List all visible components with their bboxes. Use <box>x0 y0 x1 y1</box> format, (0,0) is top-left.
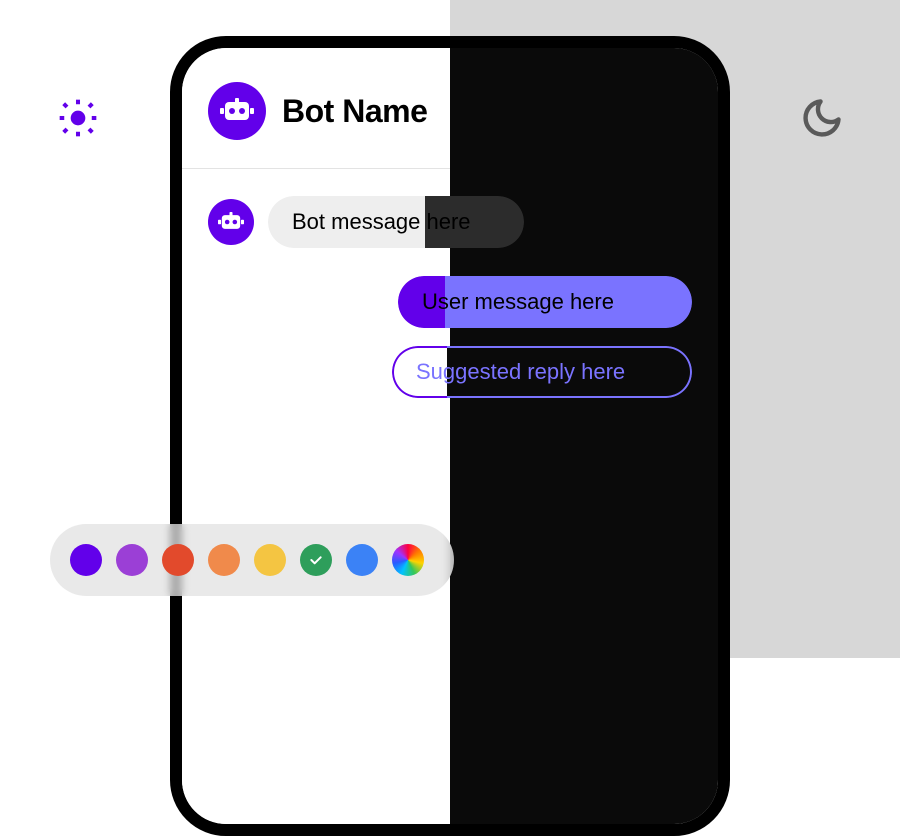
suggested-reply-button[interactable]: Suggested reply here <box>392 346 692 398</box>
moon-icon[interactable] <box>800 96 844 145</box>
bot-message-bubble: Bot message here <box>268 196 524 248</box>
device-frame: Bot Name Bot message here <box>170 36 730 836</box>
color-swatch-2[interactable] <box>162 544 194 576</box>
chat-header: Bot Name <box>208 82 427 140</box>
sun-icon[interactable] <box>56 96 100 145</box>
color-palette <box>50 524 454 596</box>
suggested-reply-text: Suggested reply here <box>392 346 692 398</box>
color-swatch-7[interactable] <box>392 544 424 576</box>
bot-message-text: Bot message here <box>268 209 471 235</box>
color-swatch-0[interactable] <box>70 544 102 576</box>
bot-message-row: Bot message here <box>208 196 524 248</box>
color-swatch-1[interactable] <box>116 544 148 576</box>
color-swatch-4[interactable] <box>254 544 286 576</box>
color-swatch-5[interactable] <box>300 544 332 576</box>
bot-avatar-header <box>208 82 266 140</box>
color-swatch-6[interactable] <box>346 544 378 576</box>
bot-icon <box>218 212 244 232</box>
bot-name-title: Bot Name <box>282 93 427 130</box>
color-swatch-3[interactable] <box>208 544 240 576</box>
header-divider <box>182 168 450 169</box>
bot-avatar-message <box>208 199 254 245</box>
check-icon <box>308 552 324 568</box>
chat-screen: Bot Name Bot message here <box>182 48 718 824</box>
bot-icon <box>220 98 254 124</box>
user-message-text: User message here <box>398 276 692 328</box>
user-message-bubble: User message here <box>398 276 692 328</box>
